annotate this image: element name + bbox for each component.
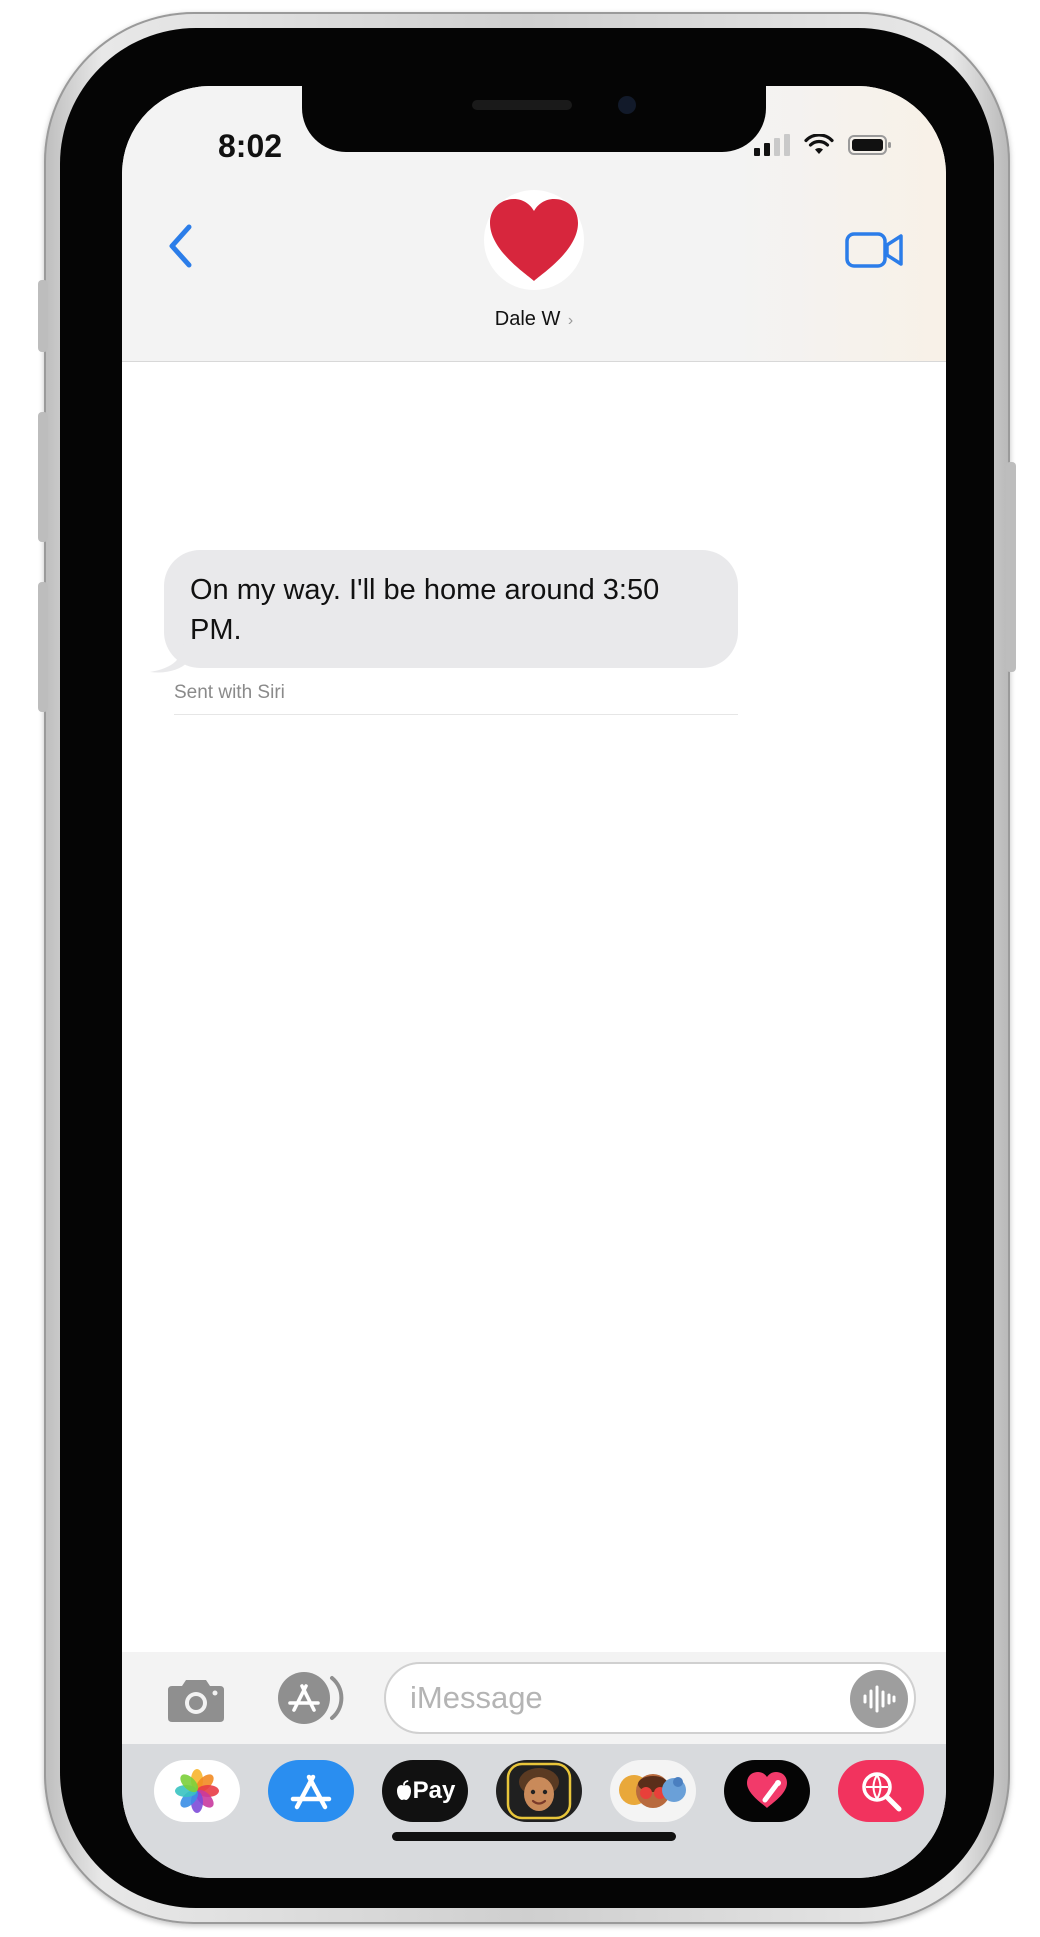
bubble-tail [150, 644, 188, 673]
earpiece [472, 100, 572, 110]
images-app-button[interactable] [838, 1760, 924, 1822]
battery-icon [848, 135, 891, 155]
photos-flower-icon [175, 1769, 219, 1813]
wifi-icon [804, 134, 834, 154]
apps-button[interactable] [270, 1670, 350, 1726]
photos-app-button[interactable] [154, 1760, 240, 1822]
message-list[interactable]: On my way. I'll be home around 3:50 PM. … [122, 362, 946, 1652]
notch [302, 86, 766, 152]
front-camera [618, 96, 636, 114]
animoji-face-icon [619, 1774, 686, 1808]
animoji-app-button[interactable] [610, 1760, 696, 1822]
app-store-icon [290, 1774, 332, 1810]
globe-search-icon [862, 1772, 902, 1812]
status-icons [754, 134, 892, 156]
video-camera-icon [845, 232, 903, 268]
camera-icon [168, 1680, 224, 1722]
contact-chevron-icon: › [567, 312, 574, 329]
contact-avatar[interactable] [484, 190, 584, 290]
facetime-button[interactable] [844, 228, 906, 272]
digital-touch-app-button[interactable] [724, 1760, 810, 1822]
message-field[interactable] [384, 1662, 916, 1734]
home-indicator[interactable] [392, 1832, 676, 1841]
back-button[interactable] [156, 214, 204, 278]
input-bar [122, 1652, 946, 1744]
volume-down-button [38, 582, 48, 712]
waveform-icon [863, 1685, 896, 1713]
screen: 8:02 Dale W › On my way. I'll be home ar… [122, 86, 946, 1878]
apple-pay-label: Pay [412, 1777, 456, 1804]
signal-icon [754, 134, 790, 156]
app-store-app-button[interactable] [268, 1760, 354, 1822]
red-heart-icon [490, 199, 578, 281]
apple-logo-icon [396, 1780, 411, 1800]
silent-switch [38, 280, 48, 352]
memoji-app-button[interactable] [496, 1760, 582, 1822]
memoji-face-icon [506, 1762, 572, 1820]
app-store-icon [278, 1672, 344, 1724]
side-button [1006, 462, 1016, 672]
chevron-left-icon [169, 224, 192, 268]
status-time: 8:02 [218, 128, 283, 164]
contact-name: Dale W [494, 308, 561, 330]
message-text: On my way. I'll be home around 3:50 PM. [190, 574, 660, 646]
sent-with-siri-label: Sent with Siri [174, 682, 285, 703]
divider [174, 714, 738, 715]
volume-up-button [38, 412, 48, 542]
contact-name-button[interactable]: Dale W › [122, 308, 946, 331]
app-drawer: Pay [122, 1744, 946, 1878]
message-input[interactable] [410, 1676, 810, 1720]
camera-button[interactable] [162, 1672, 230, 1728]
audio-message-button[interactable] [850, 1670, 908, 1728]
heart-touch-icon [747, 1772, 787, 1808]
apple-pay-app-button[interactable]: Pay [382, 1760, 468, 1822]
incoming-message-bubble[interactable]: On my way. I'll be home around 3:50 PM. [164, 550, 738, 668]
